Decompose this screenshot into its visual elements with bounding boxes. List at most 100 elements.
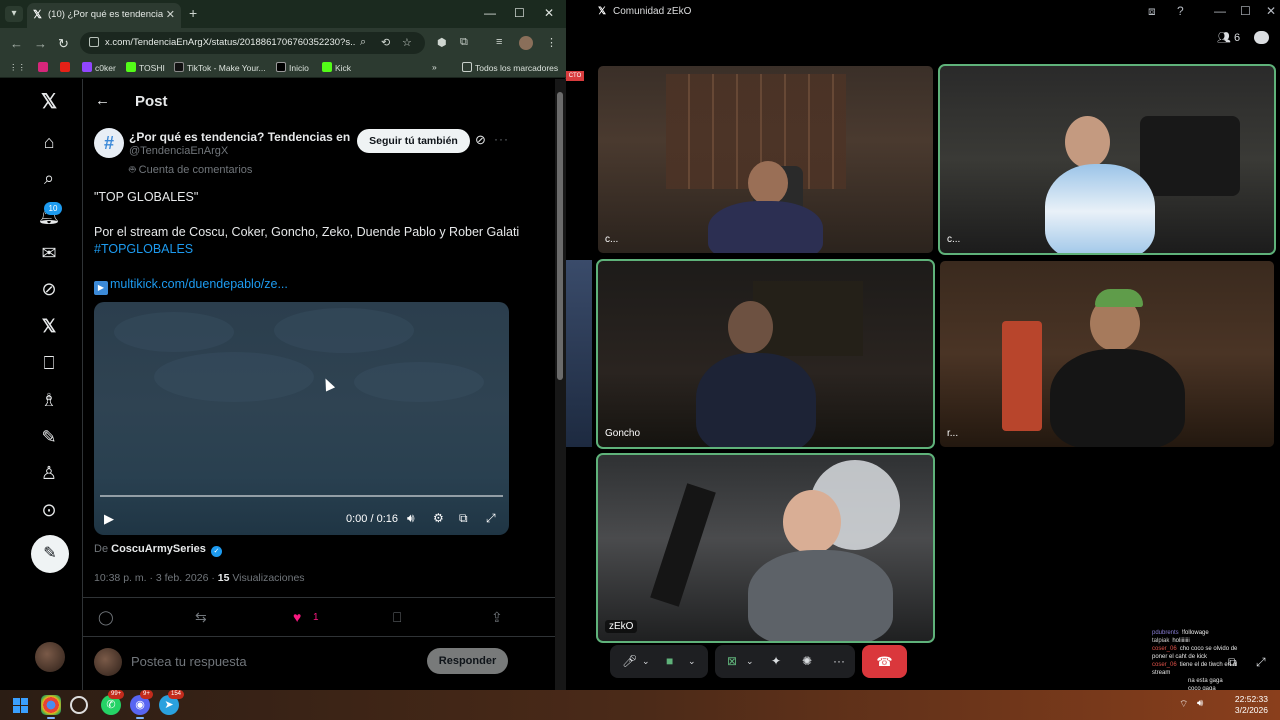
camera-options-chevron-icon[interactable]: ⌄	[688, 656, 696, 667]
zoom-icon[interactable]: ⌕	[360, 36, 366, 49]
articles-icon[interactable]: ✎	[37, 425, 61, 449]
screen-share-icon[interactable]: ⊠	[727, 654, 737, 668]
tab-search-button[interactable]: ▾	[5, 6, 23, 22]
post-url-link[interactable]: ▶ multikick.com/duendepablo/ze...	[94, 277, 288, 295]
obs-taskbar-icon[interactable]	[70, 696, 88, 714]
home-icon[interactable]: ⌂	[37, 130, 61, 154]
windows-start-icon[interactable]	[13, 698, 28, 713]
microphone-icon[interactable]: 🎤︎	[622, 654, 637, 668]
close-window-button[interactable]: ✕	[544, 6, 554, 20]
pip-icon[interactable]: ⧉	[459, 511, 468, 526]
forward-button[interactable]: →	[34, 36, 47, 51]
bookmarks-icon[interactable]: ⎕	[37, 351, 61, 375]
help-icon[interactable]: ?	[1177, 4, 1184, 18]
system-clock[interactable]: 22:52:33 3/2/2026	[1235, 694, 1268, 716]
reply-input[interactable]: Postea tu respuesta	[131, 654, 247, 669]
jobs-icon[interactable]: ♗	[37, 388, 61, 412]
extensions-icon[interactable]: ⧉	[460, 36, 468, 49]
author-handle[interactable]: @TendenciaEnArgX	[129, 145, 228, 157]
close-tab-icon[interactable]: ✕	[166, 8, 175, 21]
screen-share-icon[interactable]: ⧈	[1148, 4, 1156, 19]
chat-bubble-icon[interactable]	[1254, 31, 1269, 44]
camera-icon[interactable]: ■	[666, 654, 673, 668]
extension-shield-icon[interactable]: ⬢	[437, 36, 447, 49]
video-tile[interactable]: c...	[938, 64, 1276, 255]
minimize-button[interactable]: —	[1214, 4, 1226, 18]
messages-icon[interactable]: ✉	[37, 241, 61, 265]
post-url-text[interactable]: multikick.com/duendepablo/ze...	[110, 277, 288, 291]
url-text[interactable]: x.com/TendenciaEnArgX/status/20188617067…	[105, 37, 355, 48]
address-bar[interactable]: x.com/TendenciaEnArgX/status/20188617067…	[80, 32, 425, 54]
premium-x-icon[interactable]: 𝕏	[37, 314, 61, 338]
maximize-button[interactable]: ☐	[1240, 4, 1251, 18]
reply-icon[interactable]: ◯	[98, 609, 114, 626]
install-app-icon[interactable]: ⟲	[381, 36, 390, 49]
disconnect-button[interactable]: ☎	[862, 645, 907, 678]
speaker-icon[interactable]: 🔊︎	[1197, 698, 1203, 709]
video-tile[interactable]: zEkO	[596, 453, 935, 643]
back-button[interactable]: ←	[10, 36, 23, 51]
bookmark-c0ker[interactable]: c0ker	[82, 62, 116, 73]
video-player[interactable]: ▶ 0:00 / 0:16 🔊︎ ⚙ ⧉ ⤢	[94, 302, 509, 535]
site-info-icon[interactable]	[89, 37, 99, 47]
profile-icon[interactable]: ♙	[37, 461, 61, 485]
all-bookmarks[interactable]: Todos los marcadores	[462, 62, 558, 73]
bookmarks-overflow-icon[interactable]: »	[432, 62, 437, 72]
mic-options-chevron-icon[interactable]: ⌄	[642, 656, 650, 667]
video-tile[interactable]: Goncho	[596, 259, 935, 449]
network-icon[interactable]: ⌔	[1179, 698, 1188, 711]
activities-icon[interactable]: ✦	[771, 654, 781, 668]
back-arrow-icon[interactable]: ←	[95, 92, 110, 109]
bookmark-inicio[interactable]: Inicio	[276, 62, 309, 73]
stream-preview-strip[interactable]	[566, 260, 592, 447]
bookmark-star-icon[interactable]: ☆	[402, 36, 412, 49]
minimize-button[interactable]: —	[484, 6, 496, 20]
more-options-icon[interactable]: ⊙	[37, 498, 61, 522]
reading-list-icon[interactable]: ≡	[496, 36, 502, 48]
volume-icon[interactable]: 🔊︎	[407, 511, 415, 526]
fullscreen-icon[interactable]: ⤢	[486, 511, 496, 526]
new-tab-button[interactable]: +	[189, 5, 197, 21]
video-tile[interactable]: r...	[940, 261, 1274, 447]
hashtag-link[interactable]: #TOPGLOBALES	[94, 242, 193, 256]
share-icon[interactable]: ⇪	[491, 609, 503, 626]
participants-count[interactable]: 👥︎ 6	[1217, 31, 1240, 44]
bookmark-icon[interactable]: ⎕	[393, 609, 401, 626]
post-timestamp[interactable]: 10:38 p. m. · 3 feb. 2026 ·	[94, 572, 218, 584]
bookmark-kick[interactable]: Kick	[322, 62, 351, 73]
video-tile[interactable]: c...	[598, 66, 933, 253]
youtube-bookmark[interactable]	[60, 62, 73, 73]
grok-icon[interactable]: ⊘	[37, 277, 61, 301]
author-name[interactable]: ¿Por qué es tendencia? Tendencias en Ar.…	[129, 130, 351, 144]
browser-tab[interactable]: 𝕏 (10) ¿Por qué es tendencia? Ten ✕	[27, 3, 181, 28]
profile-avatar[interactable]	[519, 36, 533, 50]
search-icon[interactable]: ⌕	[37, 166, 61, 190]
bookmark-tiktok[interactable]: TikTok - Make Your...	[174, 62, 266, 73]
bookmark-toshi[interactable]: TOSHI	[126, 62, 165, 73]
author-avatar[interactable]: #	[94, 128, 124, 158]
play-icon[interactable]: ▶	[104, 511, 114, 527]
menu-icon[interactable]: ⋮	[546, 36, 557, 49]
x-logo-icon[interactable]: 𝕏	[37, 90, 61, 114]
instagram-bookmark[interactable]	[38, 62, 51, 73]
soundboard-icon[interactable]: ✺	[802, 654, 812, 668]
repost-icon[interactable]: ⇆	[195, 609, 207, 626]
chrome-taskbar-icon[interactable]	[41, 695, 61, 719]
more-options-icon[interactable]: ···	[833, 654, 845, 668]
share-options-chevron-icon[interactable]: ⌄	[746, 656, 754, 667]
follow-button[interactable]: Seguir tú también	[357, 129, 470, 153]
like-heart-icon[interactable]: ♥	[293, 609, 301, 625]
account-avatar[interactable]	[35, 642, 65, 672]
post-more-icon[interactable]: ···	[494, 132, 509, 146]
reply-button[interactable]: Responder	[427, 648, 508, 674]
maximize-button[interactable]: ☐	[514, 6, 525, 20]
close-window-button[interactable]: ✕	[1266, 4, 1276, 18]
apps-grid-icon[interactable]: ⋮⋮	[9, 62, 26, 73]
video-progress-bar[interactable]	[100, 495, 503, 497]
compose-post-button[interactable]: ✎	[31, 535, 69, 573]
from-author-link[interactable]: CoscuArmySeries	[111, 543, 206, 555]
grok-explain-icon[interactable]: ⊘	[475, 132, 486, 148]
reload-button[interactable]: ↻	[58, 36, 69, 52]
scrollbar-thumb[interactable]	[557, 92, 563, 380]
settings-gear-icon[interactable]: ⚙	[433, 511, 444, 525]
